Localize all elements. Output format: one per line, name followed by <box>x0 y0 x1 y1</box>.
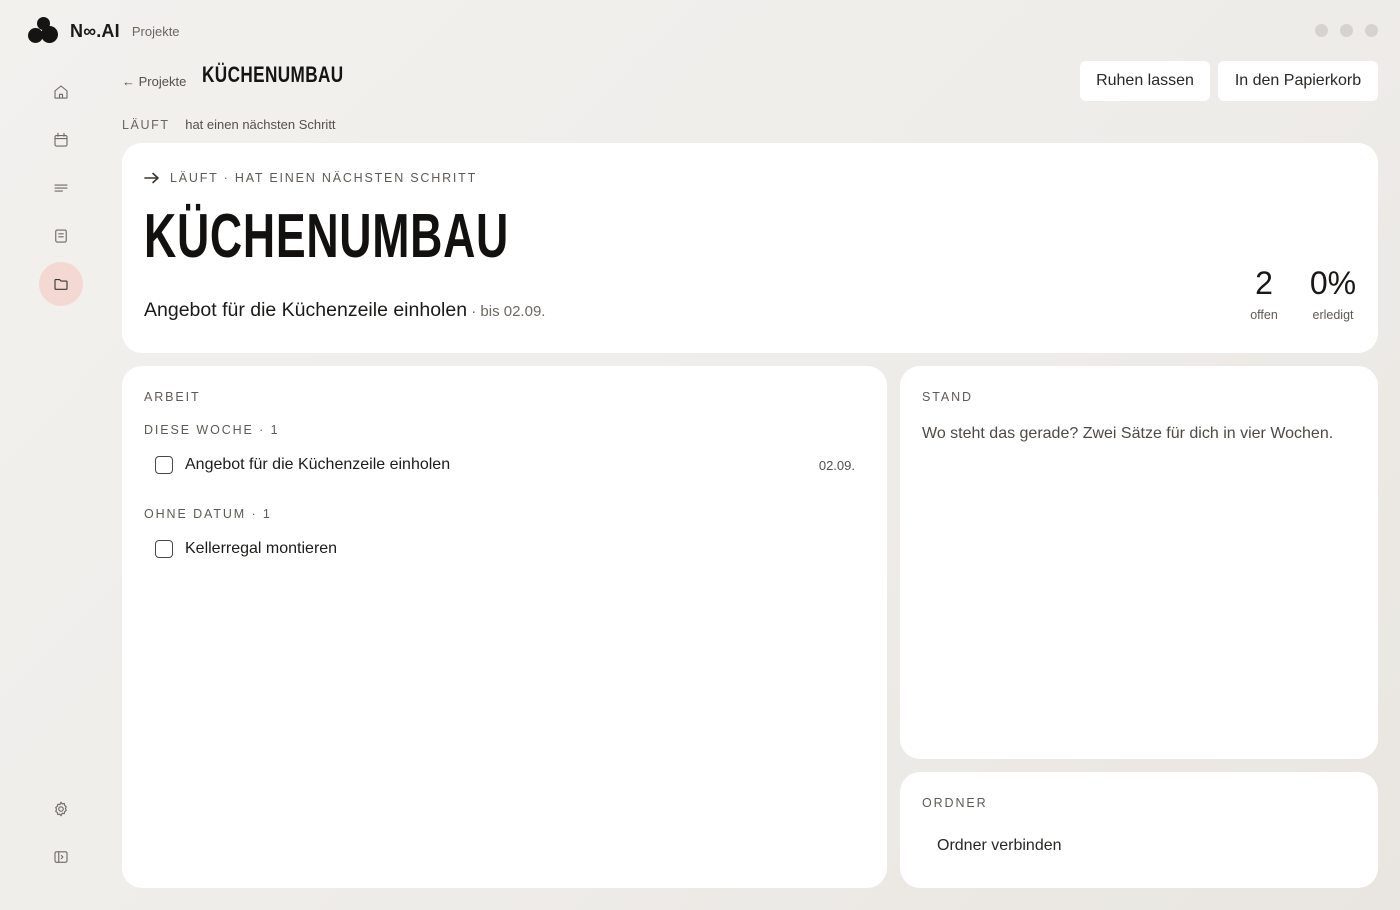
notes-icon <box>55 229 67 243</box>
trash-button[interactable]: In den Papierkorb <box>1218 61 1378 101</box>
stat-open-label: offen <box>1250 308 1278 322</box>
stat-open-value: 2 <box>1255 265 1273 301</box>
window-dot-icon[interactable] <box>1315 24 1328 37</box>
sidebar-toggle[interactable] <box>39 835 83 879</box>
sidebar-item-home[interactable] <box>39 70 83 114</box>
brand-name: N∞.AI <box>70 20 120 41</box>
stat-open: 2 offen <box>1242 265 1286 322</box>
window-dot-icon[interactable] <box>1340 24 1353 37</box>
task-date: 02.09. <box>818 457 855 473</box>
work-card: ARBEIT DIESE WOCHE · 1 Angebot für die K… <box>122 366 887 888</box>
project-hero-card: LÄUFT · HAT EINEN NÄCHSTEN SCHRITT KÜCHE… <box>122 143 1378 353</box>
next-step-text: Angebot für die Küchenzeile einholen <box>144 299 468 321</box>
task-row[interactable]: Angebot für die Küchenzeile einholen 02.… <box>155 456 855 474</box>
page-title: KÜCHENUMBAU <box>202 62 344 87</box>
list-icon <box>54 184 68 192</box>
folder-card: ORDNER Ordner verbinden <box>900 772 1378 888</box>
window-dot-icon[interactable] <box>1365 24 1378 37</box>
sidebar-item-projects[interactable] <box>39 262 83 306</box>
folder-label: ORDNER <box>922 796 988 810</box>
status-line: LÄUFT hat einen nächsten Schritt <box>122 117 336 132</box>
hero-kicker: LÄUFT · HAT EINEN NÄCHSTEN SCHRITT <box>144 171 477 185</box>
stat-done-value: 0% <box>1309 265 1357 301</box>
stat-done-label: erledigt <box>1312 308 1354 322</box>
sidebar-item-list[interactable] <box>39 166 83 210</box>
work-label: ARBEIT <box>144 390 201 404</box>
task-checkbox[interactable] <box>155 540 173 558</box>
stand-card[interactable]: STAND Wo steht das gerade? Zwei Sätze fü… <box>900 366 1378 759</box>
status-text: hat einen nächsten Schritt <box>185 117 336 132</box>
task-text: Kellerregal montieren <box>185 540 338 557</box>
hero-title: KÜCHENUMBAU <box>144 202 510 271</box>
connect-folder-button[interactable]: Ordner verbinden <box>937 837 1062 855</box>
stat-done: 0% erledigt <box>1304 265 1362 322</box>
arrow-right-icon <box>144 172 159 184</box>
sidebar-toggle-icon <box>54 851 68 863</box>
next-step-due: · bis 02.09. <box>467 303 546 320</box>
task-text: Angebot für die Küchenzeile einholen <box>185 456 451 473</box>
task-row[interactable]: Kellerregal montieren <box>155 540 855 558</box>
calendar-icon <box>54 132 68 147</box>
brand: N∞.AI Projekte <box>28 16 180 46</box>
status-caps: LÄUFT <box>122 118 170 132</box>
stand-label: STAND <box>922 390 973 404</box>
folder-icon <box>54 278 68 290</box>
sidebar-item-calendar[interactable] <box>39 118 83 162</box>
next-step[interactable]: Angebot für die Küchenzeile einholen · b… <box>144 299 545 322</box>
brand-section: Projekte <box>131 23 180 39</box>
sidebar-item-notes[interactable] <box>39 214 83 258</box>
hero-kicker-text: LÄUFT · HAT EINEN NÄCHSTEN SCHRITT <box>170 171 478 185</box>
brand-logo-icon <box>28 17 58 45</box>
sidebar-item-settings[interactable] <box>39 787 83 831</box>
back-link-projects[interactable]: ← Projekte <box>122 74 186 89</box>
group-label-this-week: DIESE WOCHE · 1 <box>144 423 280 437</box>
group-label-no-date: OHNE DATUM · 1 <box>144 507 272 521</box>
task-checkbox[interactable] <box>155 456 173 474</box>
rest-button[interactable]: Ruhen lassen <box>1080 61 1210 101</box>
gear-icon <box>55 801 67 817</box>
home-icon <box>54 85 68 99</box>
stand-input[interactable]: Wo steht das gerade? Zwei Sätze für dich… <box>922 423 1362 445</box>
window-controls <box>1315 24 1378 37</box>
